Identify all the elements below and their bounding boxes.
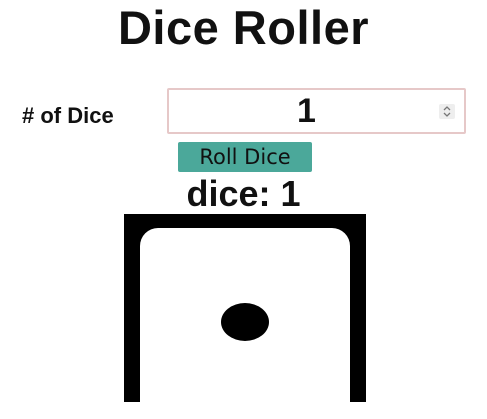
die-face [140, 228, 350, 402]
up-down-spinner-icon[interactable] [439, 104, 455, 119]
dice-count-field[interactable] [167, 88, 466, 134]
dice-roller-app: Dice Roller # of Dice Roll Dice dice: 1 [0, 0, 487, 419]
die [124, 214, 366, 402]
dice-result: dice: 1 [186, 173, 301, 214]
dice-count-input[interactable] [169, 90, 444, 132]
dice-count-label: # of Dice [22, 103, 114, 128]
roll-dice-button[interactable]: Roll Dice [178, 142, 312, 172]
page-title: Dice Roller [117, 1, 370, 54]
die-pip [221, 303, 269, 341]
